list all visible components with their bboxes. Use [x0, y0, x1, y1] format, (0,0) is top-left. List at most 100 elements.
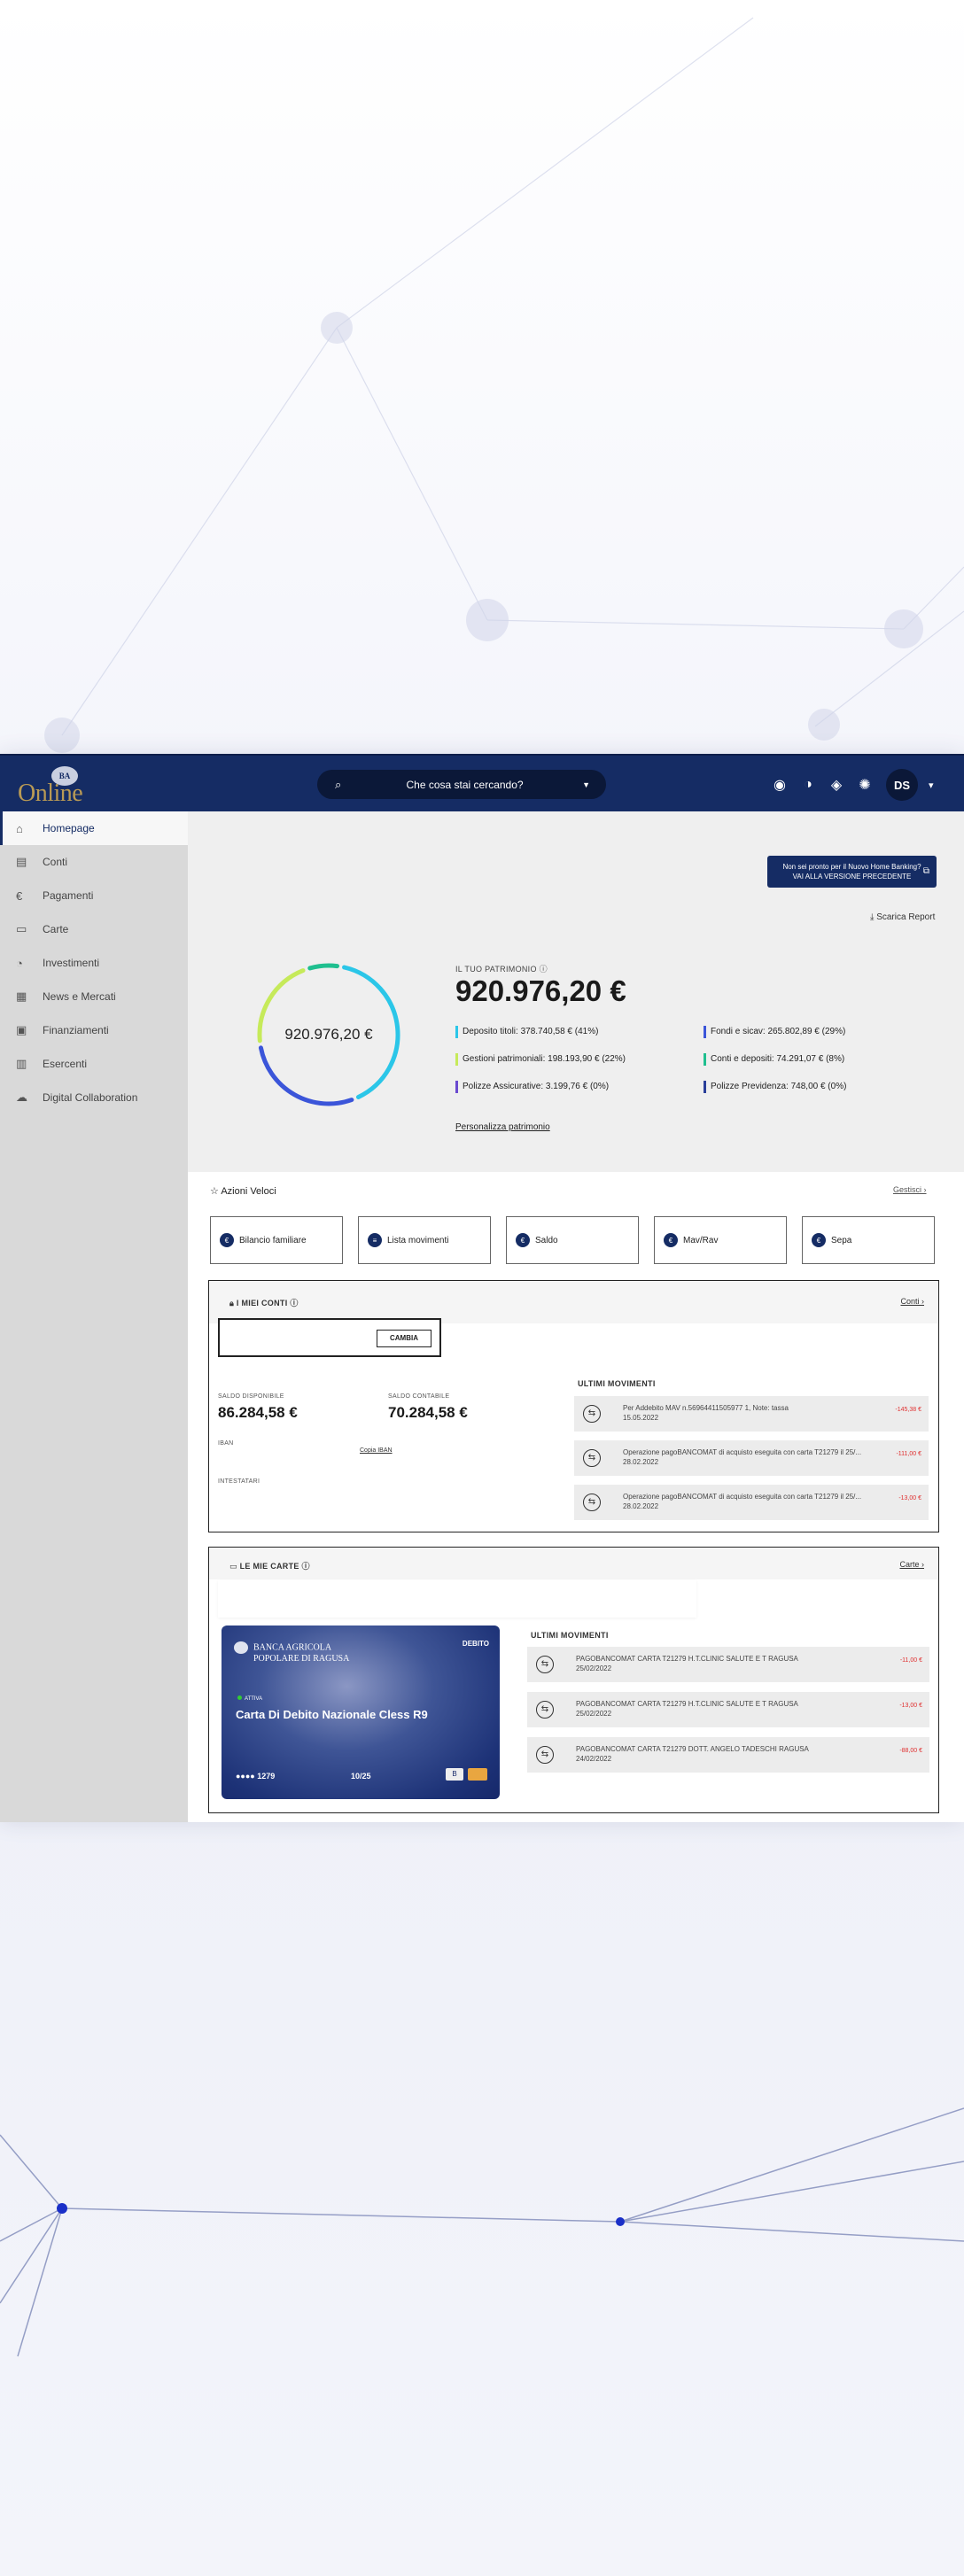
banner-text: Non sei pronto per il Nuovo Home Banking…: [782, 863, 921, 871]
available-balance-label: SALDO DISPONIBILE: [218, 1393, 284, 1400]
movement-amount: -111,00 €: [896, 1451, 921, 1457]
sidebar-item-label: Esercenti: [43, 1058, 88, 1070]
chevron-down-icon[interactable]: ▼: [582, 780, 590, 789]
movement-date: 25/02/2022: [576, 1664, 612, 1672]
legend-color-bar: [455, 1081, 458, 1093]
copy-iban-link[interactable]: Copia IBAN: [360, 1447, 393, 1454]
sidebar-item-carte[interactable]: ▭ Carte: [0, 912, 188, 946]
movement-row[interactable]: ⇆ PAGOBANCOMAT CARTA T21279 H.T.CLINIC S…: [527, 1692, 929, 1727]
quick-action-icon: ≡: [368, 1233, 382, 1247]
movement-amount: -13,00 €: [898, 1495, 921, 1501]
quick-action-sepa[interactable]: € Sepa: [802, 1216, 935, 1264]
sidebar-item-finanziamenti[interactable]: ▣ Finanziamenti: [0, 1013, 188, 1047]
lock-icon: 🔒︎: [229, 1299, 237, 1307]
quick-action-mav-rav[interactable]: € Mav/Rav: [654, 1216, 787, 1264]
transfer-icon: ⇆: [536, 1701, 554, 1719]
sidebar-item-esercenti[interactable]: ▥ Esercenti: [0, 1047, 188, 1081]
sidebar-item-homepage[interactable]: ⌂ Homepage: [0, 811, 188, 845]
panel-title: 🔒︎ I MIEI CONTI ⓘ: [229, 1299, 299, 1307]
sidebar-item-conti[interactable]: ▤ Conti: [0, 845, 188, 879]
info-icon[interactable]: ⓘ: [290, 1299, 298, 1307]
wealth-label: IL TUO PATRIMONIO ⓘ: [455, 965, 548, 974]
movement-date: 25/02/2022: [576, 1710, 612, 1718]
movement-amount: -13,00 €: [899, 1703, 922, 1709]
movement-row[interactable]: ⇆ PAGOBANCOMAT CARTA T21279 H.T.CLINIC S…: [527, 1647, 929, 1682]
home-icon: ⌂: [16, 821, 23, 835]
settings-icon[interactable]: ✺: [854, 774, 875, 795]
movement-row[interactable]: ⇆ Per Addebito MAV n.56964411505977 1, N…: [574, 1396, 929, 1432]
panel-header: [209, 1548, 938, 1579]
last-movements-title: ULTIMI MOVIMENTI: [578, 1379, 656, 1388]
sidebar-item-digital-collaboration[interactable]: ☁ Digital Collaboration: [0, 1081, 188, 1114]
info-icon[interactable]: ⓘ: [302, 1562, 310, 1571]
movement-row[interactable]: ⇆ PAGOBANCOMAT CARTA T21279 DOTT. ANGELO…: [527, 1737, 929, 1773]
legend-color-bar: [455, 1026, 458, 1038]
movement-row[interactable]: ⇆ Operazione pagoBANCOMAT di acquisto es…: [574, 1440, 929, 1476]
movement-row[interactable]: ⇆ Operazione pagoBANCOMAT di acquisto es…: [574, 1485, 929, 1520]
quick-action-lista-movimenti[interactable]: ≡ Lista movimenti: [358, 1216, 491, 1264]
notification-icon[interactable]: ◈: [826, 774, 847, 795]
search-placeholder: Che cosa stai cercando?: [406, 778, 524, 791]
bank-seal-icon: [234, 1641, 248, 1654]
user-avatar[interactable]: DS: [886, 769, 918, 801]
info-icon[interactable]: ⓘ: [540, 965, 548, 974]
sidebar-item-news[interactable]: ▦ News e Mercati: [0, 980, 188, 1013]
card-number: ●●●● 1279: [236, 1772, 276, 1781]
quick-action-icon: €: [220, 1233, 234, 1247]
sidebar-item-label: Finanziamenti: [43, 1024, 109, 1036]
cards-link[interactable]: Carte ›: [899, 1560, 924, 1569]
quick-action-icon: €: [812, 1233, 826, 1247]
available-balance: 86.284,58 €: [218, 1404, 298, 1421]
transfer-icon: ⇆: [583, 1405, 601, 1423]
main-content: Non sei pronto per il Nuovo Home Banking…: [188, 811, 964, 1822]
card-name: Carta Di Debito Nazionale Cless R9: [236, 1708, 428, 1721]
contrast-icon[interactable]: ◑: [797, 774, 819, 795]
download-report-link[interactable]: ⤓ Scarica Report: [870, 912, 935, 922]
movement-description: Per Addebito MAV n.56964411505977 1, Not…: [623, 1404, 789, 1412]
sidebar-item-label: Digital Collaboration: [43, 1091, 138, 1104]
book-balance: 70.284,58 €: [388, 1404, 468, 1421]
sidebar-item-investimenti[interactable]: ◔ Investimenti: [0, 946, 188, 980]
personalize-wealth-link[interactable]: Personalizza patrimonio: [455, 1122, 550, 1132]
sidebar-item-label: Carte: [43, 923, 69, 935]
card-type: DEBITO: [462, 1640, 489, 1648]
last-movements-title: ULTIMI MOVIMENTI: [531, 1631, 609, 1640]
debit-card[interactable]: BANCA AGRICOLA POPOLARE DI RAGUSA DEBITO…: [222, 1626, 500, 1799]
legend-item: Fondi e sicav: 265.802,89 € (29%): [704, 1025, 845, 1039]
manage-quick-actions-link[interactable]: Gestisci ›: [893, 1185, 927, 1194]
sidebar-item-pagamenti[interactable]: € Pagamenti: [0, 879, 188, 912]
store-icon: ▥: [16, 1057, 27, 1070]
movement-description: PAGOBANCOMAT CARTA T21279 DOTT. ANGELO T…: [576, 1745, 809, 1753]
holders-label: INTESTATARI: [218, 1478, 260, 1485]
wealth-total: 920.976,20 €: [455, 974, 626, 1007]
card-selector[interactable]: [218, 1580, 696, 1618]
account-selector[interactable]: CAMBIA: [218, 1318, 441, 1357]
movement-description: PAGOBANCOMAT CARTA T21279 H.T.CLINIC SAL…: [576, 1655, 798, 1663]
legend-item: Polizze Assicurative: 3.199,76 € (0%): [455, 1080, 609, 1094]
movement-date: 28.02.2022: [623, 1458, 659, 1466]
transfer-icon: ⇆: [583, 1494, 601, 1511]
legend-color-bar: [704, 1026, 706, 1038]
book-balance-label: SALDO CONTABILE: [388, 1393, 450, 1400]
movement-amount: -145,38 €: [895, 1407, 921, 1413]
collab-icon: ☁: [16, 1090, 27, 1104]
legacy-version-banner[interactable]: Non sei pronto per il Nuovo Home Banking…: [767, 856, 937, 888]
cards-panel: ▭ LE MIE CARTE ⓘ Carte › BANCA AGRICOLA …: [208, 1547, 939, 1813]
quick-action-saldo[interactable]: € Saldo: [506, 1216, 639, 1264]
sidebar-item-label: Pagamenti: [43, 889, 94, 902]
quick-action-bilancio[interactable]: € Bilancio familiare: [210, 1216, 343, 1264]
accounts-panel: 🔒︎ I MIEI CONTI ⓘ Conti › CAMBIA SALDO D…: [208, 1280, 939, 1532]
movement-amount: -11,00 €: [899, 1657, 922, 1664]
euro-icon: €: [16, 888, 23, 903]
movement-description: PAGOBANCOMAT CARTA T21279 H.T.CLINIC SAL…: [576, 1700, 798, 1708]
eye-icon[interactable]: ◉: [769, 774, 790, 795]
search-bar[interactable]: ⌕ Che cosa stai cercando? ▼: [317, 770, 606, 799]
bank-logo[interactable]: BA Online: [18, 766, 89, 807]
legend-item: Polizze Previdenza: 748,00 € (0%): [704, 1080, 846, 1094]
quick-action-icon: €: [516, 1233, 530, 1247]
accounts-link[interactable]: Conti ›: [900, 1297, 924, 1306]
circuit-logo-icon: [468, 1768, 487, 1781]
card-expiry: 10/25: [351, 1772, 371, 1781]
change-account-button[interactable]: CAMBIA: [377, 1330, 431, 1347]
chevron-down-icon[interactable]: ▾: [929, 780, 934, 791]
